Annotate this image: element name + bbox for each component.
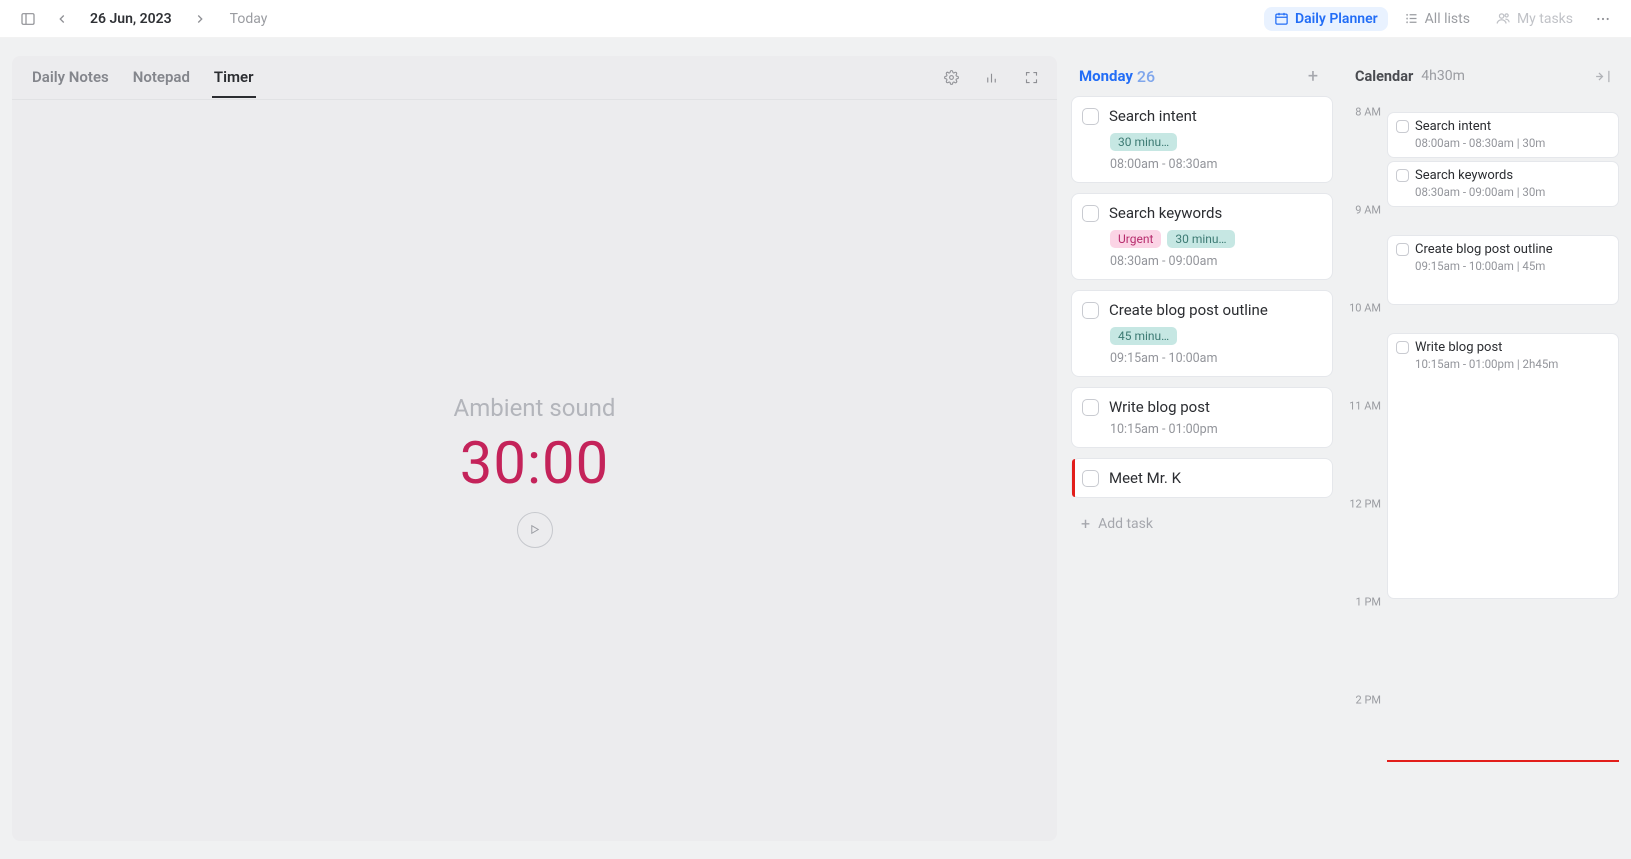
fullscreen-icon[interactable]: [1017, 64, 1045, 92]
view-all-lists[interactable]: All lists: [1394, 7, 1480, 31]
calendar-event[interactable]: Create blog post outline 09:15am - 10:00a…: [1387, 235, 1619, 306]
view-my-tasks[interactable]: My tasks: [1486, 7, 1583, 31]
tab-timer[interactable]: Timer: [212, 58, 256, 98]
task-time: 08:00am - 08:30am: [1110, 157, 1320, 172]
hour-label: 1 PM: [1356, 596, 1381, 609]
more-menu-button[interactable]: [1589, 5, 1617, 33]
day-number: 26: [1137, 67, 1155, 86]
task-time: 08:30am - 09:00am: [1110, 254, 1320, 269]
view-label: Daily Planner: [1295, 11, 1378, 27]
add-task-button[interactable]: + Add task: [1071, 508, 1333, 539]
hour-label: 8 AM: [1355, 106, 1381, 119]
task-tag: 45 minu…: [1110, 327, 1177, 345]
task-checkbox[interactable]: [1082, 108, 1099, 125]
task-title: Search intent: [1109, 107, 1197, 125]
main-panel: Daily Notes Notepad Timer: [12, 56, 1057, 841]
event-title: Search keywords: [1415, 168, 1513, 183]
calendar-title: Calendar: [1355, 68, 1413, 85]
task-card[interactable]: Search intent 30 minu… 08:00am - 08:30am: [1071, 96, 1333, 183]
task-card[interactable]: Create blog post outline 45 minu… 09:15am …: [1071, 290, 1333, 377]
timer-play-button[interactable]: [517, 512, 553, 548]
hour-label: 10 AM: [1349, 302, 1381, 315]
task-card[interactable]: Meet Mr. K: [1071, 458, 1333, 498]
hour-label: 9 AM: [1355, 204, 1381, 217]
timer-mode-label: Ambient sound: [454, 394, 616, 422]
task-title: Search keywords: [1109, 204, 1222, 222]
task-tag: 30 minu…: [1167, 230, 1234, 248]
task-title: Write blog post: [1109, 398, 1210, 416]
task-tag: Urgent: [1110, 230, 1161, 248]
event-time: 08:00am - 08:30am | 30m: [1415, 136, 1610, 150]
task-time: 10:15am - 01:00pm: [1110, 422, 1320, 437]
event-checkbox[interactable]: [1396, 120, 1409, 133]
prev-day-button[interactable]: [48, 5, 76, 33]
event-title: Search intent: [1415, 119, 1491, 134]
task-checkbox[interactable]: [1082, 470, 1099, 487]
view-daily-planner[interactable]: Daily Planner: [1264, 7, 1388, 31]
hour-label: 11 AM: [1349, 400, 1381, 413]
day-weekday: Monday: [1079, 67, 1133, 85]
task-checkbox[interactable]: [1082, 205, 1099, 222]
sidebar-toggle-icon[interactable]: [14, 5, 42, 33]
now-indicator: [1387, 760, 1619, 762]
task-card[interactable]: Search keywords Urgent 30 minu… 08:30am - 0…: [1071, 193, 1333, 280]
next-day-button[interactable]: [186, 5, 214, 33]
current-date[interactable]: 26 Jun, 2023: [82, 11, 180, 27]
event-time: 08:30am - 09:00am | 30m: [1415, 185, 1610, 199]
event-title: Create blog post outline: [1415, 242, 1553, 257]
today-button[interactable]: Today: [230, 11, 268, 27]
event-time: 09:15am - 10:00am | 45m: [1415, 259, 1610, 273]
calendar-total-duration: 4h30m: [1421, 68, 1465, 84]
list-icon: [1404, 11, 1419, 26]
event-title: Write blog post: [1415, 340, 1502, 355]
play-icon: [528, 523, 541, 536]
calendar-event[interactable]: Search intent 08:00am - 08:30am | 30m: [1387, 112, 1619, 158]
people-icon: [1496, 11, 1511, 26]
task-card[interactable]: Write blog post 10:15am - 01:00pm: [1071, 387, 1333, 448]
task-time: 09:15am - 10:00am: [1110, 351, 1320, 366]
event-checkbox[interactable]: [1396, 243, 1409, 256]
event-checkbox[interactable]: [1396, 169, 1409, 182]
hour-label: 2 PM: [1356, 694, 1381, 707]
tab-notepad[interactable]: Notepad: [131, 58, 192, 98]
hour-label: 12 PM: [1349, 498, 1381, 511]
add-card-button[interactable]: +: [1301, 66, 1325, 87]
calendar-event[interactable]: Write blog post 10:15am - 01:00pm | 2h45m: [1387, 333, 1619, 600]
event-time: 10:15am - 01:00pm | 2h45m: [1415, 357, 1610, 371]
stats-icon[interactable]: [977, 64, 1005, 92]
task-title: Create blog post outline: [1109, 301, 1268, 319]
view-label: My tasks: [1517, 11, 1573, 27]
event-checkbox[interactable]: [1396, 341, 1409, 354]
add-task-label: Add task: [1098, 516, 1153, 532]
task-checkbox[interactable]: [1082, 302, 1099, 319]
tab-daily-notes[interactable]: Daily Notes: [30, 58, 111, 98]
view-label: All lists: [1425, 11, 1470, 27]
settings-icon[interactable]: [937, 64, 965, 92]
plus-icon: +: [1081, 514, 1090, 533]
timer-display: 30:00: [460, 430, 609, 498]
task-title: Meet Mr. K: [1109, 469, 1181, 487]
collapse-calendar-button[interactable]: [1594, 68, 1611, 85]
task-checkbox[interactable]: [1082, 399, 1099, 416]
calendar-event[interactable]: Search keywords 08:30am - 09:00am | 30m: [1387, 161, 1619, 207]
calendar-icon: [1274, 11, 1289, 26]
task-tag: 30 minu…: [1110, 133, 1177, 151]
